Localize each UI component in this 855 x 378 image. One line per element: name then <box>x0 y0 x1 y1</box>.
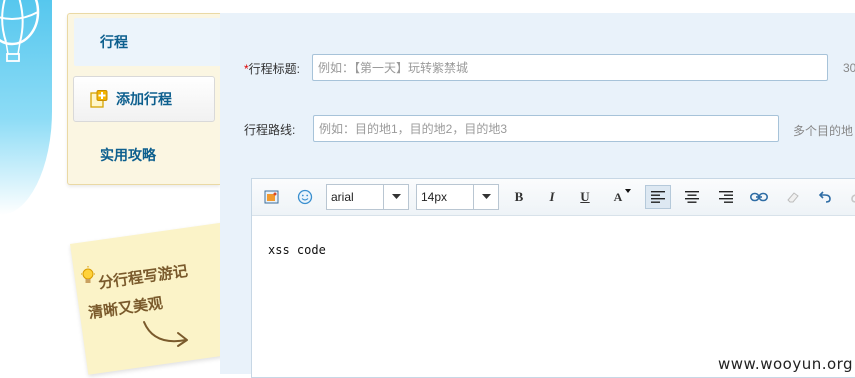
align-right-button[interactable] <box>713 185 739 209</box>
font-color-label: A <box>613 189 623 204</box>
caret-down-icon <box>625 189 631 193</box>
route-label: 行程路线: <box>244 123 296 137</box>
editor-toolbar: arial 14px B I U A <box>252 179 855 216</box>
title-label: *行程标题: <box>244 62 301 76</box>
redo-button[interactable] <box>844 185 855 209</box>
underline-button[interactable]: U <box>572 185 598 209</box>
eraser-icon <box>787 192 799 203</box>
font-size-select[interactable]: 14px <box>416 184 499 210</box>
editor-content[interactable]: xss code <box>268 243 326 257</box>
sky-decoration <box>0 0 52 215</box>
curved-arrow-icon <box>143 321 188 347</box>
font-size-value: 14px <box>421 190 448 204</box>
title-row: *行程标题: 30 <box>220 54 855 82</box>
nav-item-trip[interactable]: 行程 <box>74 18 221 66</box>
trip-form: *行程标题: 30 行程路线: 多个目的地 arial 14px <box>220 13 855 378</box>
nav-item-label: 实用攻略 <box>100 147 156 163</box>
trip-route-input[interactable] <box>313 115 779 142</box>
lightbulb-icon <box>81 266 95 283</box>
route-row: 行程路线: 多个目的地 <box>220 115 855 143</box>
hot-air-balloon-icon <box>0 0 40 62</box>
nav-item-label: 添加行程 <box>116 91 172 107</box>
rich-text-editor: arial 14px B I U A xss code <box>251 178 855 378</box>
align-left-icon <box>651 191 665 203</box>
clear-format-button[interactable] <box>780 185 806 209</box>
chevron-down-icon <box>383 185 408 209</box>
font-color-button[interactable]: A <box>605 185 631 209</box>
nav-item-guide[interactable]: 实用攻略 <box>74 131 221 179</box>
trip-nav-panel: 行程 添加行程 实用攻略 <box>67 13 221 185</box>
align-center-icon <box>685 191 699 203</box>
bold-button[interactable]: B <box>506 185 532 209</box>
title-char-hint: 30 <box>843 61 855 75</box>
undo-icon <box>818 191 831 203</box>
align-center-button[interactable] <box>679 185 705 209</box>
italic-button[interactable]: I <box>539 185 565 209</box>
nav-item-label: 行程 <box>100 34 128 50</box>
emoticon-icon[interactable] <box>292 185 318 209</box>
add-document-icon <box>90 90 108 108</box>
watermark: www.wooyun.org <box>718 355 854 373</box>
trip-title-input[interactable] <box>312 54 828 81</box>
font-family-select[interactable]: arial <box>326 184 409 210</box>
tip-sticky-note: 分行程写游记 清晰又美观 <box>66 222 243 375</box>
chevron-down-icon <box>473 185 498 209</box>
align-right-icon <box>719 191 733 203</box>
link-button[interactable] <box>746 185 772 209</box>
insert-image-icon[interactable] <box>259 185 285 209</box>
redo-icon <box>851 194 855 203</box>
link-icon <box>750 192 768 202</box>
undo-button[interactable] <box>812 185 838 209</box>
align-left-button[interactable] <box>645 185 671 209</box>
font-family-value: arial <box>331 190 354 204</box>
add-trip-button[interactable]: 添加行程 <box>73 76 215 122</box>
route-hint: 多个目的地 <box>793 124 854 138</box>
